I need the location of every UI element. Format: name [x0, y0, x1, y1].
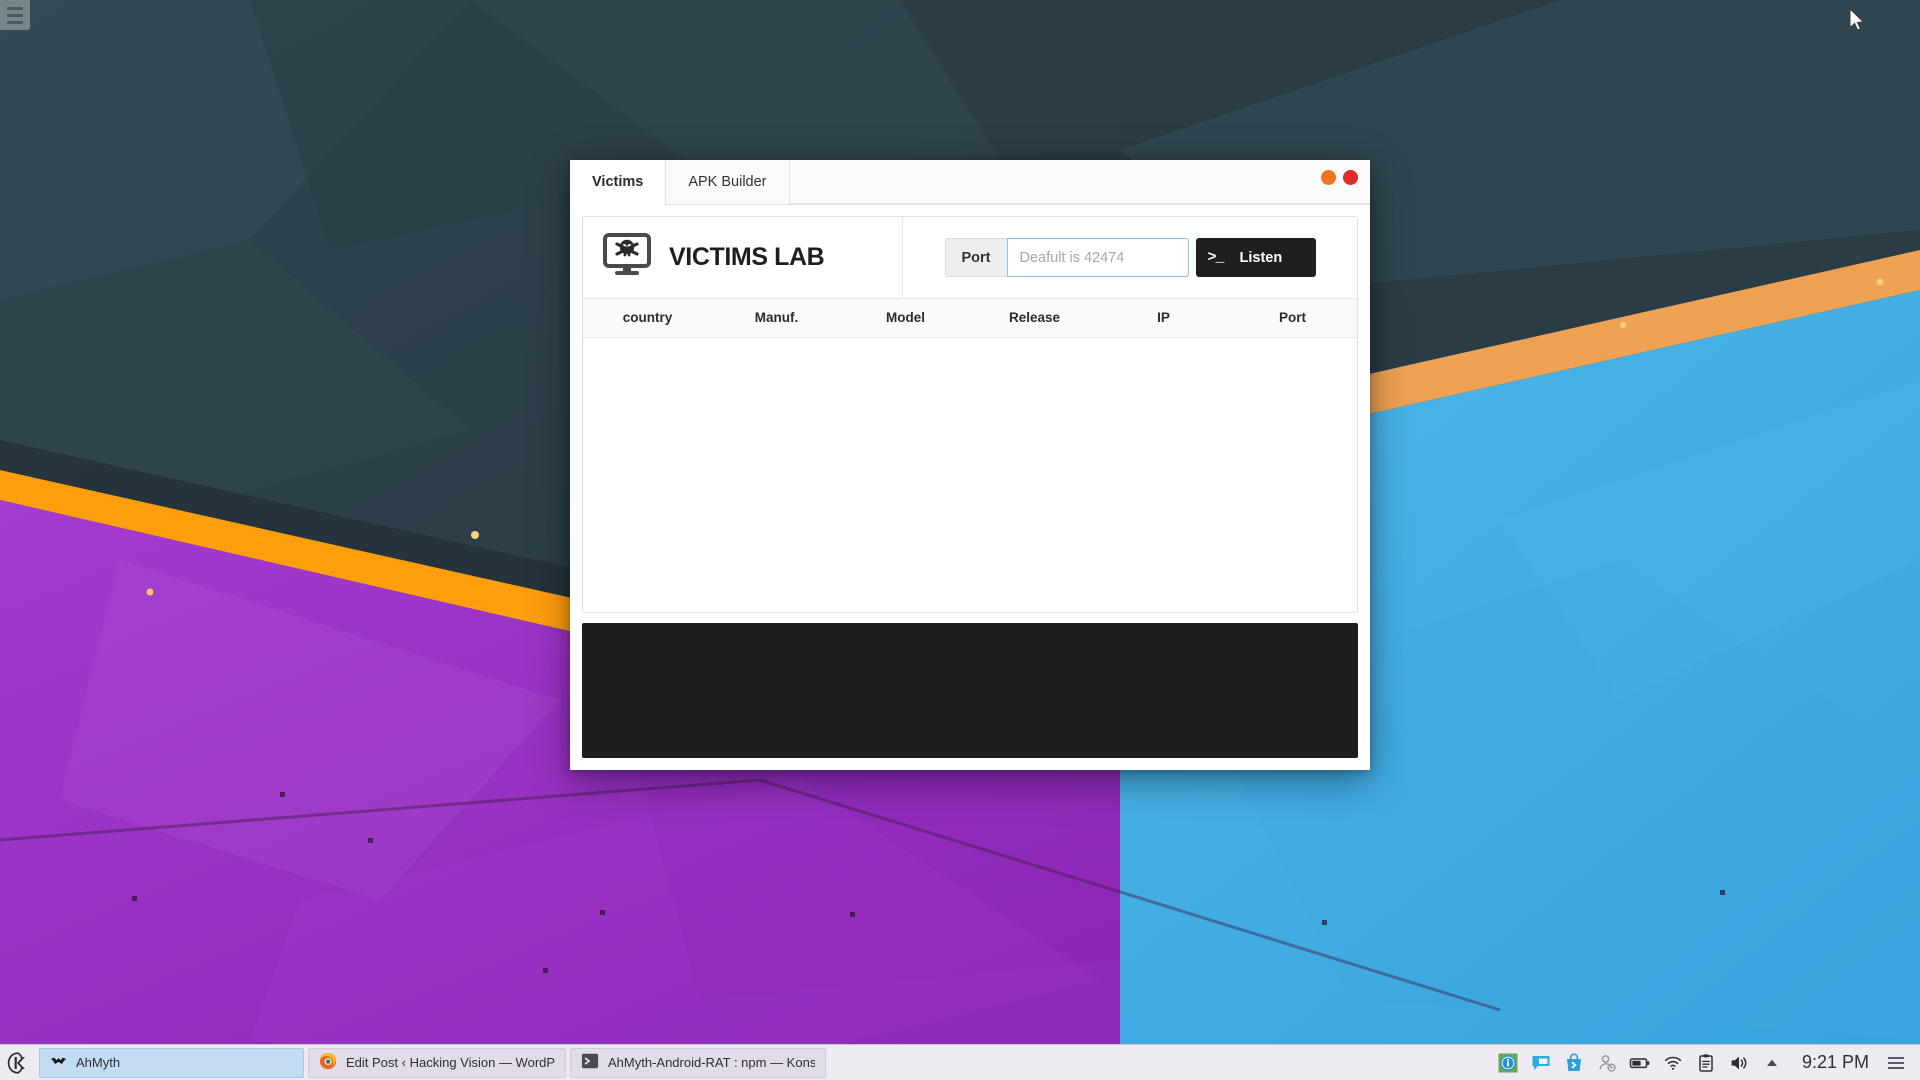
column-ip[interactable]: IP [1099, 299, 1228, 337]
clipboard-icon[interactable] [1695, 1052, 1717, 1074]
konsole-icon [581, 1052, 599, 1073]
handle-line [1888, 1061, 1904, 1064]
brand-block: VICTIMS LAB [583, 217, 903, 298]
task-ahmyth[interactable]: AhMyth [39, 1047, 304, 1078]
user-offline-icon[interactable] [1596, 1052, 1618, 1074]
port-label: Port [944, 238, 1007, 277]
mouse-cursor [1849, 8, 1865, 31]
system-tray: 9:21 PM [1491, 1045, 1920, 1080]
window-body: VICTIMS LAB Port >_ Listen count [570, 205, 1370, 770]
handle-line [1888, 1056, 1904, 1059]
volume-icon[interactable] [1728, 1052, 1750, 1074]
toolbox-line [7, 13, 23, 17]
toolbox-line [7, 20, 23, 24]
kde-k-icon [7, 1051, 25, 1074]
desktop-toolbox-button[interactable] [0, 0, 30, 30]
column-country[interactable]: country [583, 299, 712, 337]
skull-monitor-icon [603, 233, 651, 282]
column-manuf[interactable]: Manuf. [712, 299, 841, 337]
victims-panel: VICTIMS LAB Port >_ Listen count [582, 216, 1358, 613]
task-firefox[interactable]: Edit Post ‹ Hacking Vision — WordPr [308, 1047, 566, 1078]
listen-button-label: Listen [1239, 249, 1283, 266]
wifi-icon[interactable] [1662, 1052, 1684, 1074]
page-title: VICTIMS LAB [669, 243, 825, 271]
task-firefox-label: Edit Post ‹ Hacking Vision — WordPr [346, 1055, 555, 1070]
kickoff-launcher-button[interactable] [0, 1045, 36, 1080]
terminal-icon: >_ [1207, 249, 1225, 266]
column-release[interactable]: Release [970, 299, 1099, 337]
port-input-group: Port [944, 238, 1189, 277]
listen-button[interactable]: >_ Listen [1195, 238, 1316, 277]
console-output[interactable] [582, 623, 1358, 758]
task-konsole-label: AhMyth-Android-RAT : npm — Kons [608, 1055, 815, 1070]
victims-panel-header: VICTIMS LAB Port >_ Listen [583, 217, 1357, 299]
firefox-icon [319, 1052, 337, 1073]
tab-victims[interactable]: Victims [570, 160, 667, 205]
close-button[interactable] [1343, 170, 1358, 185]
digital-clock[interactable]: 9:21 PM [1794, 1052, 1877, 1073]
ahmyth-window: Victims APK Builder VICTIMS LAB Port Dea… [570, 160, 1370, 770]
column-model[interactable]: Model [841, 299, 970, 337]
victims-table-body[interactable] [583, 338, 1357, 613]
minimize-button[interactable] [1321, 170, 1336, 185]
task-list: AhMyth Edit Post ‹ Hacking Vision — Word… [36, 1045, 1491, 1080]
port-input[interactable] [1006, 238, 1189, 277]
battery-icon[interactable] [1629, 1052, 1651, 1074]
window-controls [1321, 170, 1358, 185]
toolbox-line [7, 6, 23, 10]
task-konsole[interactable]: AhMyth-Android-RAT : npm — Kons [570, 1047, 826, 1078]
info-icon[interactable] [1497, 1052, 1519, 1074]
victims-table-header: country Manuf. Model Release IP Port [583, 299, 1357, 338]
show-hidden-icons-arrow[interactable] [1761, 1052, 1783, 1074]
tab-victims-label: Victims [592, 174, 644, 190]
table-header-row: country Manuf. Model Release IP Port [583, 299, 1357, 337]
column-port[interactable]: Port [1228, 299, 1357, 337]
software-store-icon[interactable] [1563, 1052, 1585, 1074]
tabstrip-filler [789, 160, 1370, 204]
port-controls: Port >_ Listen [903, 217, 1357, 298]
handle-line [1888, 1066, 1904, 1069]
tab-apk-builder[interactable]: APK Builder [666, 160, 790, 204]
window-tabstrip: Victims APK Builder [570, 160, 1370, 205]
ahmyth-bat-icon [50, 1053, 67, 1073]
chat-icon[interactable] [1530, 1052, 1552, 1074]
taskbar-panel: AhMyth Edit Post ‹ Hacking Vision — Word… [0, 1044, 1920, 1080]
tab-apk-builder-label: APK Builder [688, 174, 767, 190]
panel-settings-handle[interactable] [1888, 1056, 1910, 1069]
task-ahmyth-label: AhMyth [76, 1055, 121, 1070]
